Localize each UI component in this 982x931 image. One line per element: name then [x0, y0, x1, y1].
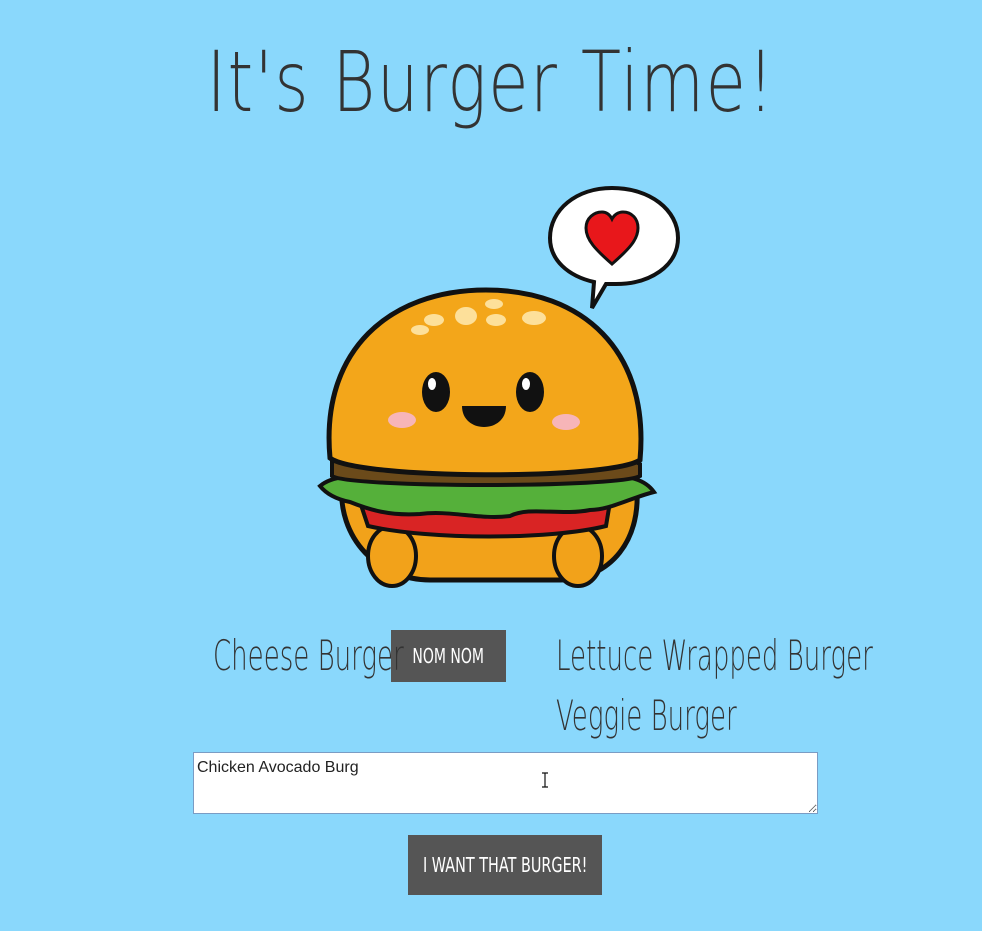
burger-name-cheese: Cheese Burger: [213, 631, 404, 680]
eaten-list: Lettuce Wrapped Burger Veggie Burger: [556, 628, 982, 748]
burger-name-lettuce-wrapped: Lettuce Wrapped Burger: [556, 631, 873, 680]
nom-nom-label: NOM NOM: [412, 644, 485, 668]
burger-illustration: [317, 185, 680, 588]
submit-burger-button[interactable]: I WANT THAT BURGER!: [408, 835, 602, 895]
burger-input-wrapper: [193, 752, 818, 814]
text-cursor-icon: [542, 772, 548, 788]
burger-name-veggie: Veggie Burger: [556, 691, 737, 740]
submit-burger-label: I WANT THAT BURGER!: [422, 853, 588, 877]
devoured-list: Cheese Burger NOM NOM: [213, 628, 506, 684]
heart-bubble-icon: [547, 185, 680, 310]
page-title: It's Burger Time!: [206, 33, 776, 131]
burger-input[interactable]: [193, 752, 818, 814]
nom-nom-button[interactable]: NOM NOM: [391, 630, 506, 682]
